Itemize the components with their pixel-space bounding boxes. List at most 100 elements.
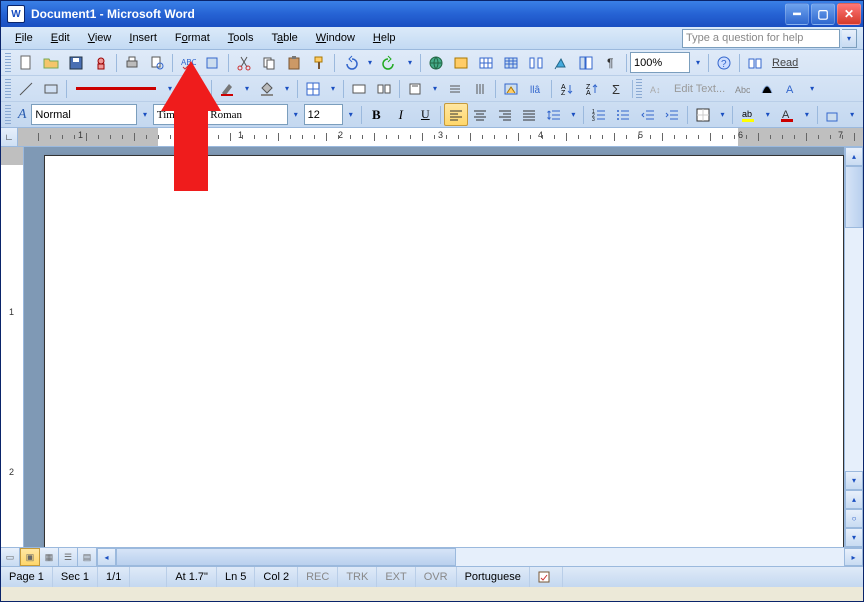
horizontal-scrollbar[interactable]: ◂ ▸ [97,548,863,566]
browse-object-button[interactable]: ○ [845,509,863,528]
menu-table[interactable]: Table [263,30,305,46]
insert-table-button[interactable] [474,51,498,74]
underline-button[interactable]: U [414,103,438,126]
align-dropdown[interactable]: ▾ [428,84,442,93]
hyperlink-button[interactable] [424,51,448,74]
distribute-cols-button[interactable] [468,77,492,100]
status-ext[interactable]: EXT [377,567,415,587]
outside-border-button[interactable] [691,103,715,126]
new-button[interactable] [14,51,38,74]
status-col[interactable]: Col 2 [255,567,298,587]
vertical-scrollbar[interactable]: ▴ ▾ ▴ ○ ▾ [844,147,863,547]
font-dropdown[interactable]: ▾ [289,110,303,119]
spellcheck-button[interactable]: ABC [176,51,200,74]
scroll-right-button[interactable]: ▸ [844,548,863,566]
align-left-button[interactable] [444,103,468,126]
draw-line-button[interactable] [14,77,38,100]
borders-button[interactable] [301,77,325,100]
normal-view-button[interactable]: ▭ [1,548,20,566]
minimize-button[interactable]: ━ [785,3,809,25]
autoformat-button[interactable] [499,77,523,100]
style-combo[interactable]: Normal [31,104,137,125]
align-right-button[interactable] [493,103,517,126]
status-pages[interactable]: 1/1 [98,567,130,587]
status-spellcheck-icon[interactable] [530,567,563,587]
highlight-button[interactable]: ab [736,103,760,126]
draw-rect-button[interactable] [39,77,63,100]
decrease-indent-button[interactable] [636,103,660,126]
status-language[interactable]: Portuguese [457,567,530,587]
scroll-up-button[interactable]: ▴ [845,147,863,166]
sort-asc-button[interactable]: AZ [555,77,579,100]
research-button[interactable] [201,51,225,74]
status-at[interactable]: At 1.7" [167,567,217,587]
excel-button[interactable] [499,51,523,74]
split-cells-button[interactable] [372,77,396,100]
redo-dropdown[interactable]: ▾ [403,58,417,67]
shading-dropdown[interactable]: ▾ [280,84,294,93]
border-color-button[interactable] [215,77,239,100]
read-button[interactable]: Read [768,57,802,69]
toolbar-overflow[interactable]: ▾ [805,84,819,93]
print-button[interactable] [120,51,144,74]
page[interactable] [44,155,844,547]
align-top-button[interactable] [403,77,427,100]
menu-format[interactable]: Format [167,30,218,46]
undo-button[interactable] [338,51,362,74]
format-painter-button[interactable] [307,51,331,74]
toolbar-grip[interactable] [5,79,11,99]
columns-button[interactable] [524,51,548,74]
justify-button[interactable] [518,103,542,126]
font-combo[interactable]: Times New Roman [153,104,288,125]
docmap-button[interactable] [574,51,598,74]
scroll-left-button[interactable]: ◂ [97,548,116,566]
border-color-dropdown[interactable]: ▾ [240,84,254,93]
horizontal-ruler[interactable]: ∟ 11234567 [1,128,863,147]
align-center-button[interactable] [469,103,493,126]
copy-button[interactable] [257,51,281,74]
menu-insert[interactable]: Insert [121,30,165,46]
menu-edit[interactable]: Edit [43,30,78,46]
numbering-button[interactable]: 123 [587,103,611,126]
zoom-combo[interactable]: 100% [630,52,690,73]
outline-view-button[interactable]: ☰ [59,548,78,566]
line-style-dropdown[interactable]: ▾ [163,84,177,93]
increase-indent-button[interactable] [661,103,685,126]
wordart-shape-button[interactable]: A [780,77,804,100]
drawing-button[interactable] [549,51,573,74]
shading-button[interactable] [255,77,279,100]
next-page-button[interactable]: ▾ [845,528,863,547]
wordart-gallery-button[interactable] [755,77,779,100]
status-line[interactable]: Ln 5 [217,567,255,587]
scroll-down-button[interactable]: ▾ [845,471,863,490]
menu-window[interactable]: Window [308,30,363,46]
bold-button[interactable]: B [365,103,389,126]
menu-file[interactable]: File [7,30,41,46]
autosum-button[interactable]: Σ [605,77,629,100]
scroll-thumb[interactable] [845,166,863,228]
style-dropdown[interactable]: ▾ [138,110,152,119]
prev-page-button[interactable]: ▴ [845,490,863,509]
bullets-button[interactable] [612,103,636,126]
toolbar-overflow[interactable]: ▾ [845,110,859,119]
toolbar-grip[interactable] [5,53,11,73]
cut-button[interactable] [232,51,256,74]
status-page[interactable]: Page 1 [1,567,53,587]
vertical-ruler[interactable]: 1 2 [1,147,24,547]
menu-view[interactable]: View [80,30,120,46]
sort-desc-button[interactable]: ZA [580,77,604,100]
toolbar-grip[interactable] [5,105,11,125]
line-spacing-button[interactable] [542,103,566,126]
maximize-button[interactable]: ▢ [811,3,835,25]
print-layout-view-button[interactable]: ▣ [20,548,40,566]
borders-dropdown[interactable]: ▾ [326,84,340,93]
eraser-button[interactable] [184,77,208,100]
document-canvas[interactable] [24,147,844,547]
redo-button[interactable] [378,51,402,74]
help-search-dropdown[interactable]: ▾ [842,29,857,48]
italic-button[interactable]: I [389,103,413,126]
status-trk[interactable]: TRK [338,567,377,587]
distribute-rows-button[interactable] [443,77,467,100]
paste-button[interactable] [282,51,306,74]
tables-borders-button[interactable] [449,51,473,74]
